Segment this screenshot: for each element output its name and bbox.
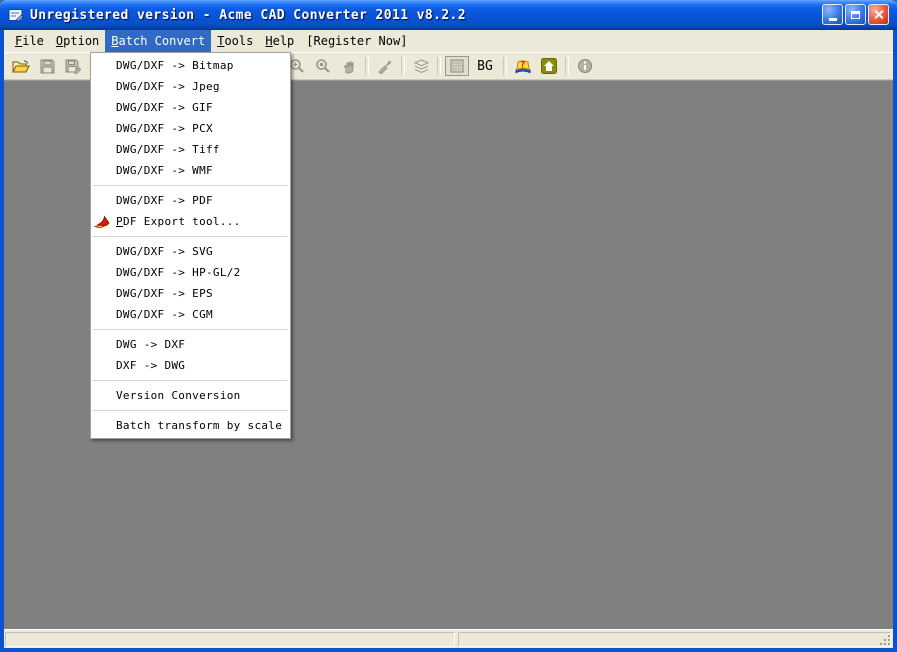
brush-icon [377, 58, 393, 74]
background-grid-button[interactable] [445, 56, 469, 76]
pdf-export-icon [94, 214, 112, 229]
menu-item-version-conversion[interactable]: Version Conversion [91, 385, 290, 406]
grid-icon [450, 59, 464, 73]
toolbar-separator [401, 57, 405, 75]
status-pane-right [458, 632, 891, 647]
menu-item-dwg-dxf-to-pcx[interactable]: DWG/DXF -> PCX [91, 118, 290, 139]
menu-item-dwg-dxf-to-svg[interactable]: DWG/DXF -> SVG [91, 241, 290, 262]
menu-item-dwg-dxf-to-pdf[interactable]: DWG/DXF -> PDF [91, 190, 290, 211]
toolbar-separator [365, 57, 369, 75]
open-button[interactable] [8, 55, 34, 77]
title-bar[interactable]: Unregistered version - Acme CAD Converte… [0, 0, 897, 30]
redraw-button[interactable] [372, 55, 398, 77]
menu-item-dwg-dxf-to-gif[interactable]: DWG/DXF -> GIF [91, 97, 290, 118]
zoom-window-icon [315, 58, 331, 74]
menu-bar: File Option Batch Convert Tools Help [Re… [4, 30, 893, 53]
app-icon[interactable] [8, 6, 26, 24]
menu-separator [93, 185, 288, 186]
svg-text:?: ? [520, 61, 525, 71]
resize-grip[interactable] [879, 634, 891, 646]
menu-item-dwg-dxf-to-eps[interactable]: DWG/DXF -> EPS [91, 283, 290, 304]
menu-item-batch-transform-by-scale[interactable]: Batch transform by scale [91, 415, 290, 436]
home-icon [541, 58, 557, 74]
info-icon [577, 58, 593, 74]
menubar-item-batch-convert[interactable]: Batch Convert [105, 30, 211, 52]
layers-icon [413, 59, 430, 74]
menubar-item-tools[interactable]: Tools [211, 30, 259, 52]
minimize-button[interactable] [822, 4, 843, 25]
menu-item-dwg-dxf-to-jpeg[interactable]: DWG/DXF -> Jpeg [91, 76, 290, 97]
about-button[interactable] [572, 55, 598, 77]
menu-item-dwg-to-dxf[interactable]: DWG -> DXF [91, 334, 290, 355]
menu-separator [93, 380, 288, 381]
pan-hand-icon [342, 59, 357, 74]
layers-button[interactable] [408, 55, 434, 77]
menu-item-dwg-dxf-to-tiff[interactable]: DWG/DXF -> Tiff [91, 139, 290, 160]
close-button[interactable] [868, 4, 889, 25]
menu-separator [93, 236, 288, 237]
menu-item-dxf-to-dwg[interactable]: DXF -> DWG [91, 355, 290, 376]
toolbar-separator [503, 57, 507, 75]
window-controls [822, 4, 889, 25]
menu-separator [93, 410, 288, 411]
menubar-item-register-now[interactable]: [Register Now] [300, 30, 413, 52]
menu-item-pdf-export-tool[interactable]: PDF Export tool... [91, 211, 290, 232]
menubar-item-file[interactable]: File [9, 30, 50, 52]
menu-item-dwg-dxf-to-cgm[interactable]: DWG/DXF -> CGM [91, 304, 290, 325]
save-as-icon [65, 59, 81, 74]
maximize-button[interactable] [845, 4, 866, 25]
status-bar [4, 629, 893, 648]
background-color-button[interactable]: BG [470, 55, 500, 77]
toolbar-separator [565, 57, 569, 75]
minimize-icon [829, 18, 837, 21]
batch-convert-menu: DWG/DXF -> Bitmap DWG/DXF -> Jpeg DWG/DX… [90, 52, 291, 439]
menubar-item-option[interactable]: Option [50, 30, 105, 52]
zoom-window-button[interactable] [310, 55, 336, 77]
home-button[interactable] [536, 55, 562, 77]
bg-label: BG [477, 59, 493, 74]
open-folder-icon [12, 59, 30, 74]
menu-separator [93, 329, 288, 330]
maximize-icon [851, 11, 860, 19]
status-pane-left [5, 632, 455, 647]
zoom-in-icon [289, 58, 305, 74]
app-window: Unregistered version - Acme CAD Converte… [0, 0, 897, 652]
close-icon [873, 9, 884, 20]
menu-item-dwg-dxf-to-hpgl2[interactable]: DWG/DXF -> HP-GL/2 [91, 262, 290, 283]
window-title: Unregistered version - Acme CAD Converte… [30, 8, 466, 23]
save-icon [40, 59, 55, 74]
menu-item-dwg-dxf-to-bitmap[interactable]: DWG/DXF -> Bitmap [91, 55, 290, 76]
toolbar-separator [437, 57, 441, 75]
save-as-button[interactable] [60, 55, 86, 77]
menubar-item-help[interactable]: Help [259, 30, 300, 52]
pan-button[interactable] [336, 55, 362, 77]
help-icon: ? [514, 58, 532, 74]
help-button[interactable]: ? [510, 55, 536, 77]
menu-item-dwg-dxf-to-wmf[interactable]: DWG/DXF -> WMF [91, 160, 290, 181]
save-button[interactable] [34, 55, 60, 77]
